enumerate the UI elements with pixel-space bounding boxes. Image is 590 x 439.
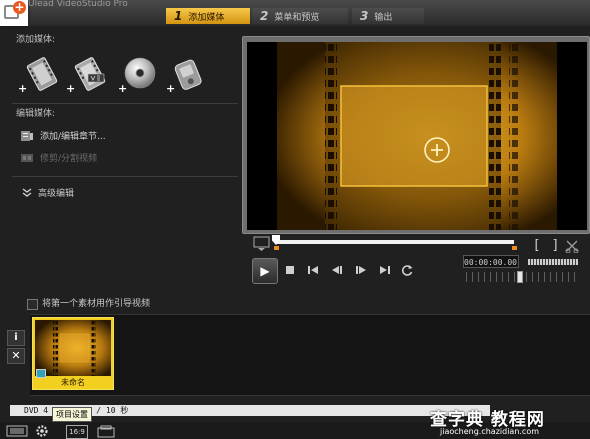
first-clip-intro-label: 将第一个素材用作引导视频 [42, 299, 151, 309]
plus-icon: + [66, 82, 76, 95]
clip-thumbnail [35, 320, 111, 376]
close-icon[interactable]: ✕ [7, 348, 25, 364]
preview-screen[interactable] [247, 42, 587, 230]
app-logo: + [0, 0, 28, 26]
add-vsp-project-button[interactable]: + [66, 56, 110, 94]
list-view-icon[interactable] [6, 425, 28, 437]
divider [12, 103, 238, 104]
mark-in-indicator [274, 246, 279, 250]
step-label: 添加媒体 [188, 12, 225, 23]
step-label: 输出 [374, 12, 393, 23]
project-folder-icon[interactable] [96, 425, 116, 438]
scissors-icon[interactable] [565, 239, 579, 253]
preview-mode-icon[interactable] [252, 236, 272, 252]
go-to-start-icon[interactable] [306, 264, 320, 276]
chapter-icon [21, 130, 33, 141]
previous-frame-icon[interactable] [330, 264, 344, 276]
tab-menu-and-preview[interactable]: 2 菜单和预览 [252, 8, 348, 24]
app-logo-plus-icon: + [13, 0, 26, 14]
preview-video-frame [247, 42, 587, 230]
zoom-slider-thumb[interactable] [517, 271, 523, 283]
add-device-button[interactable]: + [166, 56, 210, 94]
aspect-ratio-button[interactable]: 16:9 [66, 425, 88, 439]
mark-out-indicator [512, 246, 517, 250]
go-to-end-icon[interactable] [378, 264, 392, 276]
mark-in-button[interactable]: [ [527, 236, 547, 256]
repeat-icon[interactable] [400, 263, 414, 277]
clip-thumbnail-image [35, 320, 111, 376]
add-edit-chapters-label: 添加/编辑章节... [40, 132, 106, 142]
clip-name: 未命名 [61, 378, 85, 387]
next-frame-icon[interactable] [354, 264, 368, 276]
step-number: 2 [260, 9, 269, 23]
add-media-heading: 添加媒体: [16, 35, 56, 45]
step-label: 菜单和预览 [274, 12, 320, 23]
watermark-url: jiaocheng.chazidian.com [440, 427, 540, 436]
plus-icon: + [18, 82, 28, 95]
edit-media-heading: 编辑媒体: [16, 109, 56, 119]
tab-output[interactable]: 3 输出 [352, 8, 424, 24]
add-edit-chapters-button[interactable]: 添加/编辑章节... [20, 129, 106, 142]
double-chevron-down-icon [22, 187, 32, 197]
volume-bar[interactable] [528, 259, 578, 265]
plus-icon: + [118, 82, 128, 95]
multi-trim-video-button[interactable]: 修剪/分割视频 [20, 151, 97, 164]
multi-trim-video-label: 修剪/分割视频 [40, 154, 98, 164]
trim-icon [21, 153, 33, 162]
divider [12, 176, 238, 177]
first-clip-intro-checkbox[interactable] [27, 299, 38, 310]
storyboard-area[interactable] [30, 314, 590, 396]
step-number: 3 [360, 9, 369, 23]
add-video-button[interactable]: + [18, 56, 62, 94]
gear-icon[interactable] [34, 424, 50, 438]
scrub-bar[interactable] [276, 240, 514, 244]
window-title: Ulead VideoStudio Pro [28, 0, 128, 9]
info-icon[interactable]: i [7, 330, 25, 346]
add-disc-button[interactable]: + [118, 56, 162, 94]
timecode-display[interactable]: 00:00:00.00 [463, 255, 519, 268]
stop-icon[interactable] [284, 264, 296, 276]
advanced-edit-toggle[interactable]: 高级编辑 [22, 186, 74, 199]
plus-icon: + [166, 82, 176, 95]
step-number: 1 [174, 9, 183, 23]
mark-out-button[interactable]: ] [545, 236, 565, 256]
tooltip: 项目设置 [52, 407, 92, 422]
play-button[interactable]: ▶ [252, 258, 278, 284]
tab-add-media[interactable]: 1 添加媒体 [166, 8, 250, 24]
advanced-edit-label: 高级编辑 [38, 189, 75, 199]
